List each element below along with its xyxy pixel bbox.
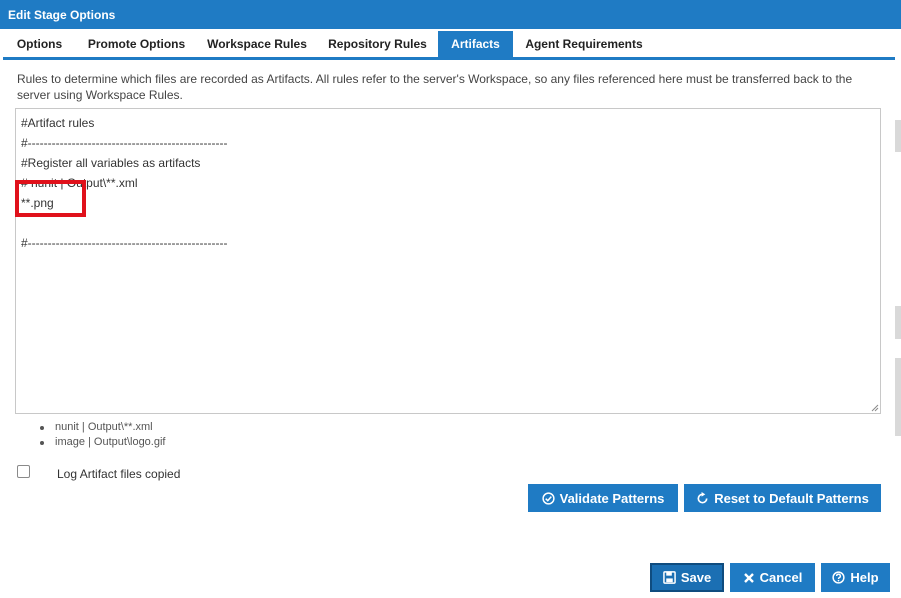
artifact-rules-textarea[interactable]: #Artifact rules #-----------------------… [15,108,881,414]
tab-agent-requirements[interactable]: Agent Requirements [513,31,655,57]
check-circle-icon [541,491,555,505]
validate-patterns-button[interactable]: Validate Patterns [528,484,678,512]
tab-bar: Options Promote Options Workspace Rules … [3,31,895,60]
save-label: Save [680,570,712,585]
reset-default-patterns-label: Reset to Default Patterns [714,490,869,506]
bullet-icon [40,441,44,445]
cancel-button[interactable]: Cancel [730,563,815,592]
highlight-box [15,180,86,217]
editor-line: #---------------------------------------… [21,236,228,250]
example-rule: nunit | Output\**.xml [55,421,153,433]
validate-patterns-label: Validate Patterns [559,490,665,506]
close-icon [743,572,755,584]
floppy-disk-icon [662,571,676,584]
tab-options[interactable]: Options [3,31,76,57]
bullet-icon [40,426,44,430]
scrollbar-segment [895,120,901,152]
save-button[interactable]: Save [650,563,724,592]
artifacts-description: Rules to determine which files are recor… [17,72,853,102]
editor-line: #Artifact rules [21,116,95,130]
list-item: nunit | Output\**.xml [40,420,165,435]
log-artifacts-checkbox[interactable] [17,465,30,478]
refresh-icon [696,491,709,505]
help-label: Help [850,570,879,585]
dialog-titlebar: Edit Stage Options [0,0,901,29]
list-item: image | Output\logo.gif [40,435,165,450]
editor-line: #Register all variables as artifacts [21,156,201,170]
tab-promote-options[interactable]: Promote Options [76,31,197,57]
reset-default-patterns-button[interactable]: Reset to Default Patterns [684,484,881,512]
help-button[interactable]: Help [821,563,890,592]
example-rules-list: nunit | Output\**.xml image | Output\log… [40,420,165,450]
cancel-label: Cancel [759,570,803,585]
tab-workspace-rules[interactable]: Workspace Rules [197,31,317,57]
log-artifacts-label: Log Artifact files copied [57,467,181,481]
tab-repository-rules[interactable]: Repository Rules [317,31,438,57]
resize-grip-icon[interactable] [871,404,879,412]
question-circle-icon [832,571,846,584]
page-scrollbar[interactable] [895,100,901,440]
scrollbar-segment [895,306,901,339]
tab-artifacts[interactable]: Artifacts [438,31,513,57]
scrollbar-segment [895,358,901,436]
dialog-title: Edit Stage Options [8,8,116,22]
editor-line: #---------------------------------------… [21,136,228,150]
example-rule: image | Output\logo.gif [55,436,166,448]
